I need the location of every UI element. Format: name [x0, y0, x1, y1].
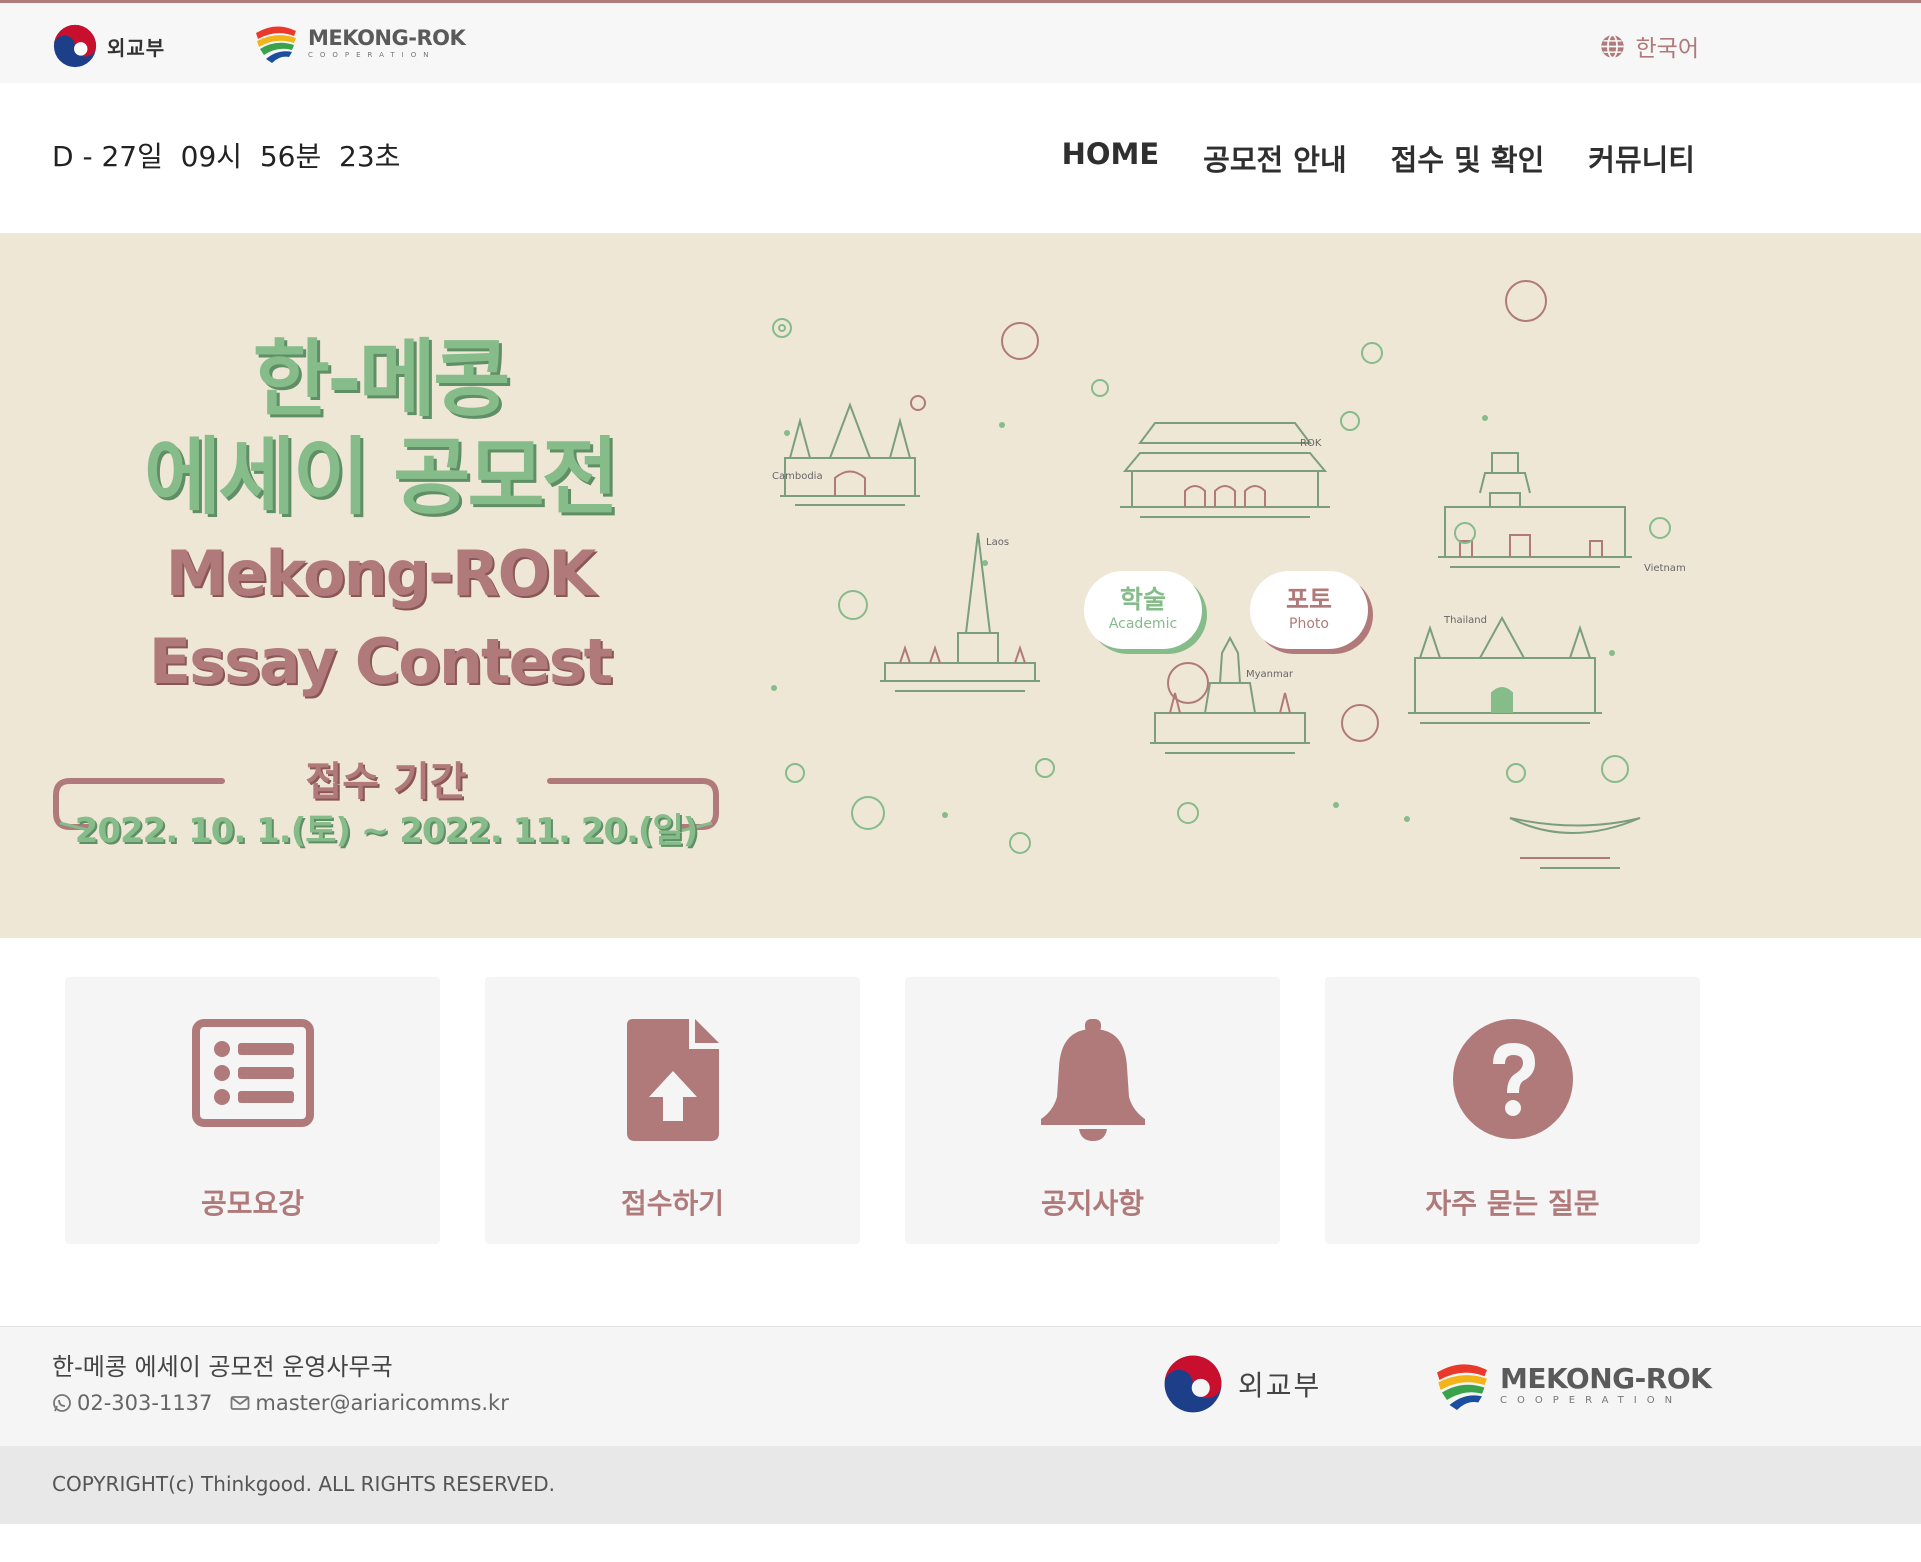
academic-category-button[interactable]: 학술 Academic: [1084, 571, 1202, 649]
nav-community[interactable]: 커뮤니티: [1588, 137, 1695, 179]
photo-label-en: Photo: [1289, 616, 1329, 632]
mofa-logo-text: 외교부: [107, 35, 166, 60]
countdown-timer: D - 27일 09시 56분 23초: [52, 140, 401, 173]
footer-mofa-logo-text: 외교부: [1238, 1369, 1322, 1402]
landmarks-illustration: [771, 280, 1671, 869]
globe-icon: [1600, 33, 1624, 59]
mekong-rok-emblem-icon: [1437, 1364, 1487, 1410]
country-label-thailand: Thailand: [1444, 615, 1487, 626]
country-label-vietnam: Vietnam: [1644, 563, 1686, 574]
copyright-bar: COPYRIGHT(c) Thinkgood. ALL RIGHTS RESER…: [0, 1446, 1921, 1524]
footer-mekong-logo-name: MEKONG-ROK: [1500, 1361, 1712, 1395]
submit-card[interactable]: 접수하기: [485, 977, 860, 1244]
period-label: 접수 기간: [305, 759, 467, 805]
phone-contact: 02-303-1137: [52, 1391, 212, 1415]
hero-title-en-line1: Mekong-ROK: [165, 537, 597, 611]
contact-info: 02-303-1137 master@ariaricomms.kr: [52, 1391, 527, 1415]
period-dates: 2022. 10. 1.(토) ~ 2022. 11. 20.(일): [74, 811, 699, 851]
taeguk-emblem-icon: [53, 24, 97, 68]
copyright-text: COPYRIGHT(c) Thinkgood. ALL RIGHTS RESER…: [52, 1472, 556, 1496]
notices-card[interactable]: 공지사항: [905, 977, 1280, 1244]
faq-card-label: 자주 묻는 질문: [1425, 1187, 1600, 1220]
mekong-logo-sub: COOPERATION: [308, 50, 436, 59]
vietnam-landmark-icon: [1438, 452, 1632, 568]
hero-title-kr-line1: 한-메콩: [252, 330, 511, 428]
academic-label-kr: 학술: [1119, 585, 1166, 614]
faq-card[interactable]: 자주 묻는 질문: [1325, 977, 1700, 1244]
envelope-icon: [231, 1396, 250, 1410]
guidelines-card[interactable]: 공모요강: [65, 977, 440, 1244]
email-contact: master@ariaricomms.kr: [230, 1391, 509, 1415]
hero-title-en-line2: Essay Contest: [148, 625, 614, 699]
hero-illustration: Cambodia Laos ROK Myanmar Thailand Vietn…: [740, 273, 1740, 893]
shwedagon-icon: [1150, 635, 1310, 754]
quick-menu: 공모요강 접수하기 공지사항 자주 묻는 질문: [65, 977, 1700, 1244]
hero-title-block: 한-메콩 에세이 공모전 Mekong-ROK Essay Contest: [40, 333, 720, 706]
hero-title-kr-line2: 에세이 공모전: [144, 428, 619, 527]
photo-category-button[interactable]: 포토 Photo: [1250, 571, 1368, 649]
country-label-rok: ROK: [1300, 438, 1322, 449]
bell-icon: [1040, 1019, 1145, 1141]
language-selector[interactable]: 한국어: [1599, 29, 1699, 63]
file-upload-icon: [626, 1019, 719, 1141]
country-label-cambodia: Cambodia: [772, 471, 823, 482]
hero-banner: 한-메콩 에세이 공모전 Mekong-ROK Essay Contest 접수…: [0, 233, 1921, 938]
nav-home[interactable]: HOME: [1062, 137, 1160, 179]
office-name: 한-메콩 에세이 공모전 운영사무국: [52, 1353, 393, 1381]
gyeongbokgung-icon: [1120, 422, 1330, 518]
main-header: D - 27일 09시 56분 23초 HOME 공모전 안내 접수 및 확인 …: [0, 83, 1921, 233]
footer-mekong-rok-logo[interactable]: MEKONG-ROK COOPERATION: [1432, 1355, 1712, 1415]
boat-icon: [1509, 817, 1641, 869]
mekong-logo-name: MEKONG-ROK: [308, 25, 466, 50]
site-footer: 한-메콩 에세이 공모전 운영사무국 02-303-1137 master@ar…: [0, 1326, 1921, 1446]
language-label: 한국어: [1635, 36, 1699, 62]
submission-period: 접수 기간 2022. 10. 1.(토) ~ 2022. 11. 20.(일): [52, 753, 720, 851]
taeguk-emblem-icon: [1164, 1355, 1222, 1413]
mekong-rok-logo[interactable]: MEKONG-ROK COOPERATION: [252, 19, 466, 67]
list-icon: [191, 1019, 314, 1127]
that-luang-icon: [880, 532, 1040, 692]
question-circle-icon: [1452, 1019, 1573, 1139]
whatsapp-icon: [53, 1394, 71, 1412]
thai-palace-icon: [1408, 615, 1602, 724]
angkor-wat-icon: [780, 402, 920, 506]
phone-number[interactable]: 02-303-1137: [77, 1391, 212, 1415]
email-address[interactable]: master@ariaricomms.kr: [255, 1391, 508, 1415]
academic-label-en: Academic: [1108, 616, 1178, 632]
footer-mekong-logo-sub: COOPERATION: [1500, 1394, 1683, 1406]
mofa-logo[interactable]: 외교부: [52, 23, 165, 69]
country-label-myanmar: Myanmar: [1246, 669, 1293, 680]
photo-label-kr: 포토: [1285, 585, 1332, 614]
nav-submission[interactable]: 접수 및 확인: [1391, 137, 1545, 179]
submit-card-label: 접수하기: [620, 1187, 725, 1220]
notices-card-label: 공지사항: [1040, 1187, 1145, 1220]
nav-contest-info[interactable]: 공모전 안내: [1203, 137, 1347, 179]
country-label-laos: Laos: [986, 537, 1010, 548]
main-nav: HOME 공모전 안내 접수 및 확인 커뮤니티: [1062, 137, 1695, 179]
footer-mofa-logo[interactable]: 외교부: [1162, 1353, 1321, 1415]
top-utility-bar: 외교부 MEKONG-ROK COOPERATION 한국어: [0, 0, 1921, 83]
mekong-rok-emblem-icon: [256, 26, 296, 63]
guidelines-card-label: 공모요강: [200, 1187, 305, 1220]
